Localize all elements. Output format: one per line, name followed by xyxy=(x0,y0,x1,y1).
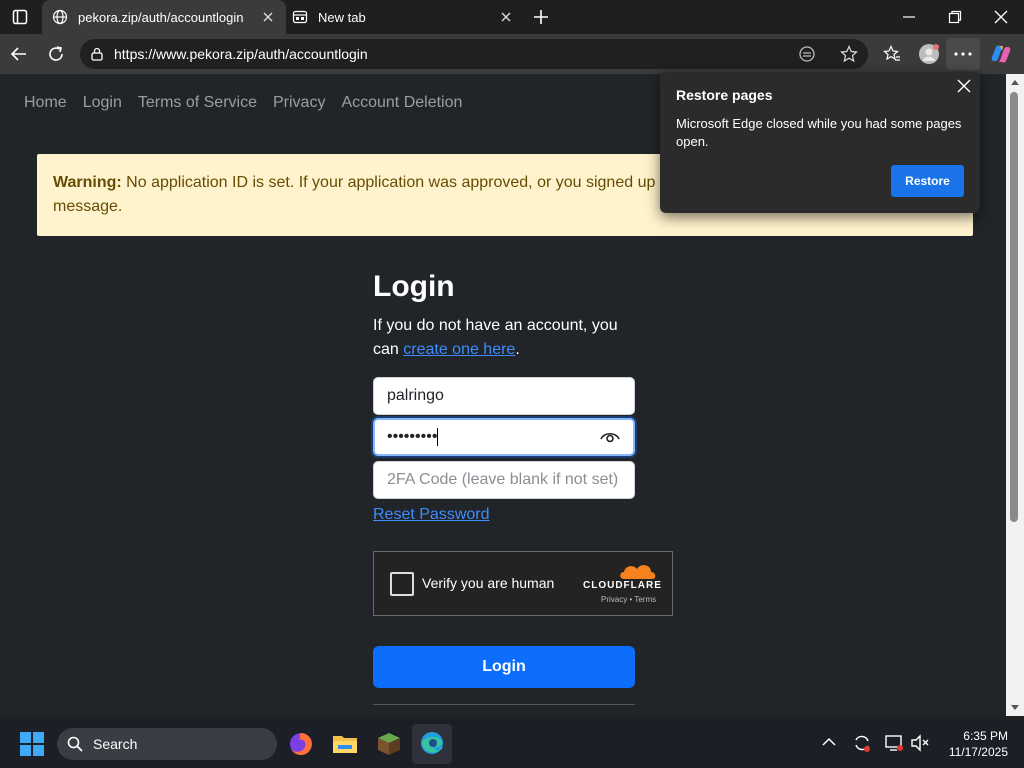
new-tab-page-icon xyxy=(292,9,308,25)
show-hidden-icons-chevron-icon[interactable] xyxy=(822,737,836,747)
refresh-icon[interactable] xyxy=(47,45,65,63)
url-text[interactable]: https://www.pekora.zip/auth/accountlogin xyxy=(114,46,368,62)
windows-start-icon[interactable] xyxy=(20,732,44,756)
username-input[interactable]: palringo xyxy=(373,377,635,415)
site-nav: Home Login Terms of Service Privacy Acco… xyxy=(24,94,462,112)
close-popup-icon[interactable] xyxy=(957,79,971,93)
login-description: If you do not have an account, you can c… xyxy=(373,314,641,362)
site-info-lock-icon[interactable] xyxy=(90,47,104,61)
tab-new-tab[interactable]: New tab xyxy=(286,0,524,34)
warning-label: Warning: xyxy=(53,174,122,191)
scrollbar-thumb[interactable] xyxy=(1010,92,1018,522)
login-description-suffix: . xyxy=(515,341,520,358)
close-tab-icon[interactable] xyxy=(260,9,276,25)
taskbar-search[interactable]: Search xyxy=(57,728,277,760)
browser-toolbar: https://www.pekora.zip/auth/accountlogin xyxy=(0,34,1024,74)
page-scrollbar[interactable] xyxy=(1006,74,1024,716)
minimize-button[interactable] xyxy=(902,10,916,24)
login-button[interactable]: Login xyxy=(373,646,635,688)
verify-human-checkbox[interactable] xyxy=(390,572,414,596)
create-account-link[interactable]: create one here xyxy=(403,341,515,358)
close-tab-icon[interactable] xyxy=(498,9,514,25)
profile-avatar[interactable] xyxy=(918,43,940,65)
scroll-up-arrow-icon[interactable] xyxy=(1010,78,1020,86)
copilot-icon[interactable] xyxy=(990,43,1012,65)
nav-home-link[interactable]: Home xyxy=(24,94,67,112)
network-status-icon[interactable] xyxy=(884,733,904,753)
restore-button[interactable]: Restore xyxy=(891,165,964,197)
globe-icon xyxy=(52,9,68,25)
divider xyxy=(373,704,635,705)
volume-muted-icon[interactable] xyxy=(910,733,930,753)
address-bar[interactable]: https://www.pekora.zip/auth/accountlogin xyxy=(80,39,868,69)
nav-terms-link[interactable]: Terms of Service xyxy=(138,94,257,112)
restore-window-button[interactable] xyxy=(948,10,962,24)
nav-login-link[interactable]: Login xyxy=(83,94,122,112)
tab-actions-icon[interactable] xyxy=(12,9,28,25)
show-password-eye-icon[interactable] xyxy=(599,429,621,445)
settings-more-button[interactable] xyxy=(946,38,980,70)
captcha-privacy-terms-links[interactable]: Privacy • Terms xyxy=(601,595,656,604)
tab-pekora[interactable]: pekora.zip/auth/accountlogin xyxy=(42,0,286,34)
reading-mode-icon[interactable] xyxy=(798,45,816,63)
reset-password-link[interactable]: Reset Password xyxy=(373,506,490,524)
favorite-star-icon[interactable] xyxy=(840,45,858,63)
scroll-down-arrow-icon[interactable] xyxy=(1010,704,1020,712)
tab-strip: pekora.zip/auth/accountlogin New tab xyxy=(0,0,1024,34)
nav-account-deletion-link[interactable]: Account Deletion xyxy=(341,94,462,112)
new-tab-button[interactable] xyxy=(532,8,550,26)
cloudflare-brand: CLOUDFLARE xyxy=(583,580,662,591)
back-icon[interactable] xyxy=(10,45,28,63)
login-heading: Login xyxy=(373,270,455,303)
cloudflare-captcha: Verify you are human CLOUDFLARE Privacy … xyxy=(373,551,673,616)
firefox-icon[interactable] xyxy=(288,731,314,757)
warning-text: No application ID is set. If your applic… xyxy=(121,174,656,191)
captcha-label: Verify you are human xyxy=(422,575,555,591)
password-input[interactable]: ••••••••• xyxy=(373,418,635,456)
nav-privacy-link[interactable]: Privacy xyxy=(273,94,325,112)
restore-popup-message: Microsoft Edge closed while you had some… xyxy=(676,116,962,149)
sync-status-icon[interactable] xyxy=(852,733,872,753)
restore-pages-popup: Restore pages Microsoft Edge closed whil… xyxy=(660,72,980,213)
twofa-input[interactable]: 2FA Code (leave blank if not set) xyxy=(373,461,635,499)
password-mask: ••••••••• xyxy=(387,428,438,446)
favorites-icon[interactable] xyxy=(883,45,901,63)
cloudflare-cloud-icon xyxy=(618,561,658,581)
edge-taskbar-icon[interactable] xyxy=(412,724,452,764)
close-window-button[interactable] xyxy=(994,10,1008,24)
restore-popup-title: Restore pages xyxy=(676,87,773,103)
windows-taskbar: Search 6:35 PM 11/17/2025 xyxy=(0,720,1024,768)
tab-title: New tab xyxy=(318,9,366,25)
search-icon xyxy=(67,736,83,752)
tab-title: pekora.zip/auth/accountlogin xyxy=(78,9,244,25)
clock-date: 11/17/2025 xyxy=(948,745,1008,759)
taskbar-clock[interactable]: 6:35 PM 11/17/2025 xyxy=(938,728,1008,760)
search-label: Search xyxy=(93,736,138,752)
clock-time: 6:35 PM xyxy=(963,729,1008,743)
file-explorer-icon[interactable] xyxy=(332,733,358,755)
minecraft-icon[interactable] xyxy=(376,731,402,757)
